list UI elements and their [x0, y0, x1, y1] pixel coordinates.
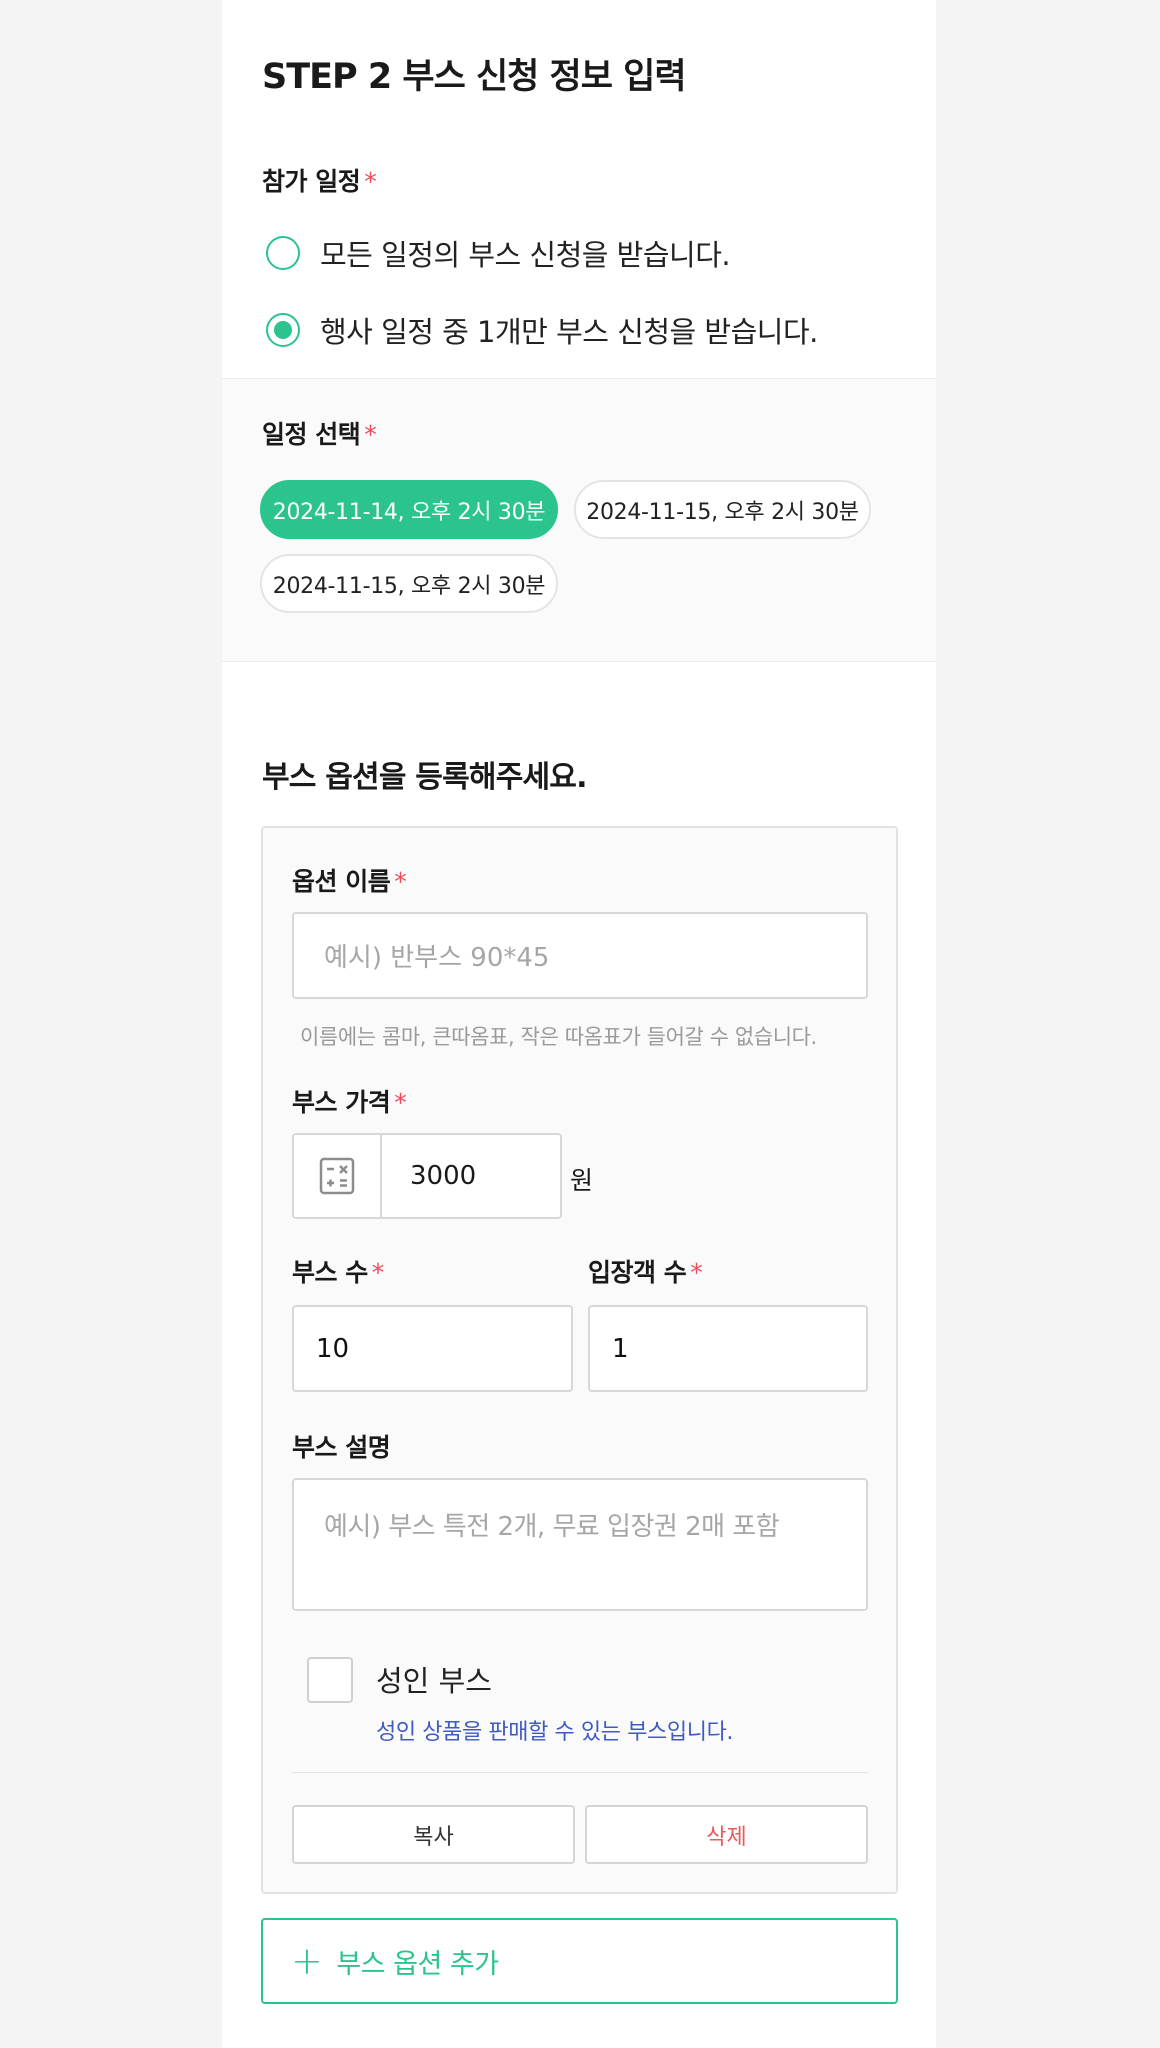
price-field[interactable]: 3000 — [292, 1133, 562, 1219]
page-title: STEP 2 부스 신청 정보 입력 — [262, 57, 687, 97]
visitors-input[interactable]: 1 — [588, 1305, 868, 1392]
option-name-help-text: 이름에는 콤마, 큰따옴표, 작은 따옴표가 들어갈 수 없습니다. — [300, 1025, 817, 1049]
booth-count-label: 부스 수 * — [292, 1253, 384, 1289]
option-name-label: 옵션 이름 * — [292, 862, 407, 898]
date-select-label: 일정 선택 * — [262, 415, 377, 451]
date-chip[interactable]: 2024-11-15, 오후 2시 30분 — [574, 480, 871, 539]
delete-button[interactable]: 삭제 — [585, 1805, 868, 1864]
date-select-section: 일정 선택 * 2024-11-14, 오후 2시 30분 2024-11-15,… — [222, 378, 936, 662]
adult-booth-label[interactable]: 성인 부스 — [376, 1658, 492, 1700]
schedule-option-all[interactable]: 모든 일정의 부스 신청을 받습니다. — [266, 232, 731, 274]
schedule-option-single[interactable]: 행사 일정 중 1개만 부스 신청을 받습니다. — [266, 309, 818, 351]
schedule-option-label: 모든 일정의 부스 신청을 받습니다. — [320, 238, 731, 272]
schedule-label-text: 참가 일정 — [262, 167, 361, 196]
required-mark: * — [371, 1258, 385, 1287]
price-label: 부스 가격 * — [292, 1083, 407, 1119]
booth-count-label-text: 부스 수 — [292, 1258, 368, 1287]
required-mark: * — [364, 420, 377, 449]
option-name-input[interactable]: 예시) 반부스 90*45 — [292, 912, 868, 999]
option-name-label-text: 옵션 이름 — [292, 867, 391, 896]
adult-booth-checkbox[interactable] — [307, 1657, 353, 1703]
price-label-text: 부스 가격 — [292, 1088, 391, 1117]
required-mark: * — [364, 167, 377, 196]
plus-icon: + — [291, 1939, 323, 1983]
add-booth-option-button[interactable]: + 부스 옵션 추가 — [261, 1918, 898, 2004]
booth-option-heading: 부스 옵션을 등록해주세요. — [262, 760, 587, 795]
date-chip[interactable]: 2024-11-15, 오후 2시 30분 — [260, 554, 558, 613]
price-unit: 원 — [570, 1166, 594, 1195]
booth-description-label: 부스 설명 — [292, 1433, 391, 1462]
radio-button[interactable] — [266, 236, 300, 270]
schedule-option-label: 행사 일정 중 1개만 부스 신청을 받습니다. — [320, 315, 818, 349]
date-chip-selected[interactable]: 2024-11-14, 오후 2시 30분 — [260, 480, 558, 539]
required-mark: * — [690, 1258, 703, 1287]
radio-button-selected[interactable] — [266, 313, 300, 347]
required-mark: * — [394, 867, 407, 896]
visitors-label: 입장객 수 * — [588, 1253, 703, 1289]
required-mark: * — [394, 1088, 407, 1117]
calculator-icon[interactable] — [294, 1135, 382, 1217]
schedule-label: 참가 일정 * — [262, 162, 377, 198]
booth-description-textarea[interactable]: 예시) 부스 특전 2개, 무료 입장권 2매 포함 — [292, 1478, 868, 1611]
visitors-label-text: 입장객 수 — [588, 1258, 687, 1287]
price-input[interactable]: 3000 — [382, 1135, 560, 1217]
booth-option-card: 옵션 이름 * 예시) 반부스 90*45 이름에는 콤마, 큰따옴표, 작은 따… — [261, 826, 898, 1894]
date-select-label-text: 일정 선택 — [262, 420, 361, 449]
booth-count-input[interactable]: 10 — [292, 1305, 573, 1392]
add-booth-option-label: 부스 옵션 추가 — [336, 1948, 499, 1980]
adult-booth-description: 성인 상품을 판매할 수 있는 부스입니다. — [376, 1720, 734, 1745]
booth-form-page: STEP 2 부스 신청 정보 입력 참가 일정 * 모든 일정의 부스 신청을 … — [222, 0, 936, 2048]
copy-button[interactable]: 복사 — [292, 1805, 575, 1864]
divider — [292, 1772, 868, 1773]
